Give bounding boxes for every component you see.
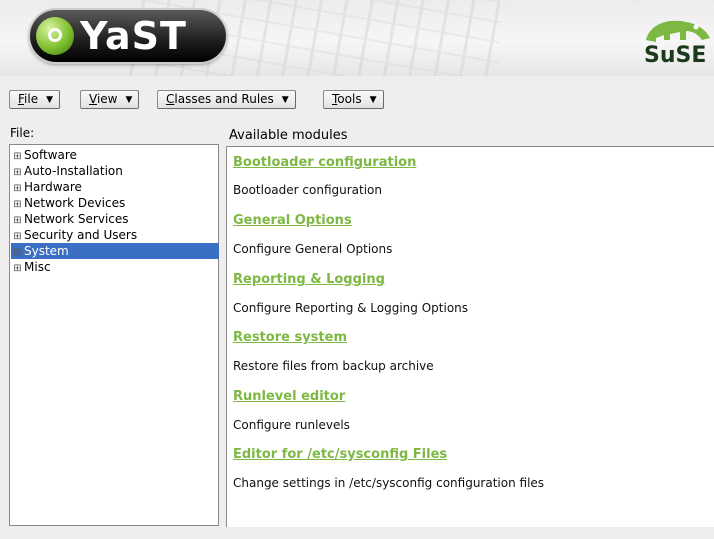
file-menu-button[interactable]: File ▼	[9, 90, 61, 109]
tree-item-auto-installation[interactable]: ⊞ Auto-Installation	[11, 163, 219, 179]
tree-item-system[interactable]: ⊞ System	[11, 243, 219, 259]
yast-banner: YaST SuSE	[0, 0, 714, 76]
yast-logo-text: YaST	[80, 14, 187, 58]
dropdown-arrow-icon: ▼	[281, 95, 289, 105]
dropdown-arrow-icon: ▼	[125, 95, 133, 105]
module-link-bootloader-configuration[interactable]: Bootloader configuration	[233, 155, 416, 170]
module-description: Configure runlevels	[233, 418, 350, 432]
module-link-reporting-logging[interactable]: Reporting & Logging	[233, 272, 385, 287]
dropdown-arrow-icon: ▼	[369, 95, 377, 105]
menu-bar: File ▼ View ▼ Classes and Rules ▼ Tools ▼	[0, 86, 714, 112]
module-link-sysconfig-editor[interactable]: Editor for /etc/sysconfig Files	[233, 447, 447, 462]
module-link-general-options[interactable]: General Options	[233, 213, 352, 228]
module-description: Configure General Options	[233, 242, 393, 256]
yast-logo-ball-icon	[36, 17, 74, 55]
module-description: Restore files from backup archive	[233, 359, 434, 373]
module-description: Change settings in /etc/sysconfig config…	[233, 476, 545, 490]
suse-logo: SuSE	[636, 10, 714, 70]
available-modules-label: Available modules	[229, 128, 348, 143]
tree-item-misc[interactable]: ⊞ Misc	[11, 259, 219, 275]
view-menu-button[interactable]: View ▼	[80, 90, 140, 109]
yast-logo: YaST	[30, 10, 226, 62]
dropdown-arrow-icon: ▼	[46, 95, 54, 105]
module-link-restore-system[interactable]: Restore system	[233, 330, 347, 345]
suse-logo-text: SuSE	[644, 43, 707, 68]
file-panel-label: File:	[10, 126, 35, 140]
tree-item-hardware[interactable]: ⊞ Hardware	[11, 179, 219, 195]
tree-item-network-services[interactable]: ⊞ Network Services	[11, 211, 219, 227]
tree-item-security-and-users[interactable]: ⊞ Security and Users	[11, 227, 219, 243]
module-category-tree[interactable]: ⊞ Software ⊞ Auto-Installation ⊞ Hardware ⊞…	[9, 144, 219, 526]
tree-item-network-devices[interactable]: ⊞ Network Devices	[11, 195, 219, 211]
classes-and-rules-menu-button[interactable]: Classes and Rules ▼	[157, 90, 296, 109]
module-link-runlevel-editor[interactable]: Runlevel editor	[233, 389, 345, 404]
available-modules-panel: Bootloader configuration Bootloader conf…	[226, 146, 714, 527]
expand-icon[interactable]: ⊞	[13, 261, 22, 277]
module-description: Configure Reporting & Logging Options	[233, 301, 469, 315]
module-description: Bootloader configuration	[233, 183, 382, 197]
bottom-strip	[0, 527, 714, 539]
tree-item-software[interactable]: ⊞ Software	[11, 147, 219, 163]
tools-menu-button[interactable]: Tools ▼	[323, 90, 384, 109]
